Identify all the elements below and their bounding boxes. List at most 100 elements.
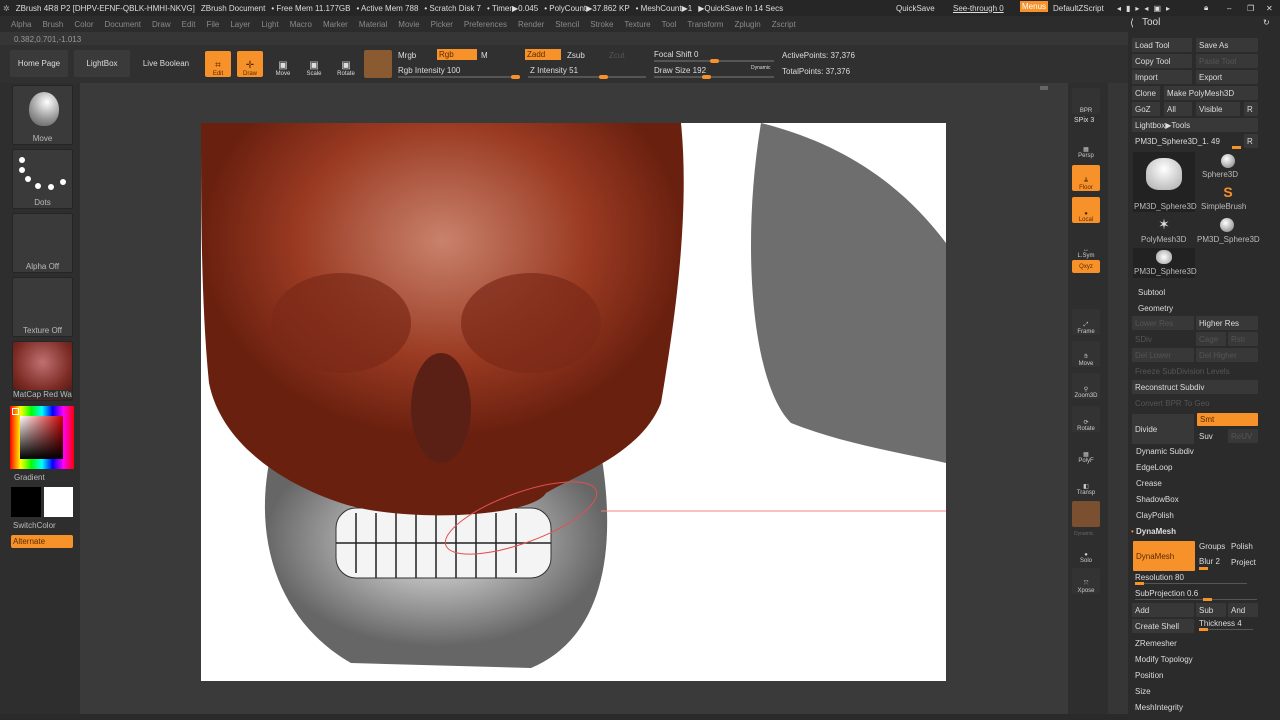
shadowbox-section[interactable]: ShadowBox [1136,495,1179,504]
meshintegrity-section[interactable]: MeshIntegrity [1135,703,1183,712]
lock-icon[interactable]: 🔒︎ [1204,3,1208,13]
tool-thumb-skull[interactable]: PM3D_Sphere3D [1133,152,1197,212]
zoom3d-button[interactable]: ⚲ Zoom3D [1072,373,1100,399]
add-button[interactable]: Add [1132,603,1194,617]
floor-button[interactable]: ┻ Floor [1072,165,1100,191]
brush-selector[interactable]: Move [12,85,73,145]
draw-button[interactable]: ✛ Draw [237,51,263,77]
default-zscript-button[interactable]: DefaultZScript [1053,4,1104,13]
quicksave-button[interactable]: QuickSave [896,4,935,13]
menu-marker[interactable]: Marker [323,20,348,29]
sdiv-slider[interactable]: SDiv [1132,332,1194,346]
menu-file[interactable]: File [206,20,219,29]
goz-visible-button[interactable]: Visible [1196,102,1240,116]
project-toggle[interactable]: Project [1231,558,1256,567]
see-through-slider[interactable]: See-through 0 [953,4,1004,13]
menu-layer[interactable]: Layer [230,20,250,29]
subprojection-track[interactable] [1135,598,1257,601]
solo-button[interactable]: ● Solo [1072,538,1100,564]
menu-stroke[interactable]: Stroke [590,20,613,29]
rotate-view-button[interactable]: ⟳ Rotate [1072,406,1100,432]
reuv-button[interactable]: ReUV [1228,429,1258,443]
tool-thumb-simplebrush[interactable]: S SimpleBrush [1198,184,1258,212]
make-polymesh-button[interactable]: Make PolyMesh3D [1164,86,1258,100]
edit-button[interactable]: ⌗ Edit [205,51,231,77]
focal-shift-slider[interactable] [654,59,774,63]
current-tool-slider[interactable]: PM3D_Sphere3D_1. 49 [1132,134,1242,148]
menus-toggle[interactable]: Menus [1020,1,1049,12]
zcut-toggle[interactable]: Zcut [609,51,625,60]
edgeloop-section[interactable]: EdgeLoop [1136,463,1172,472]
slider-knob[interactable] [511,75,520,79]
smt-toggle[interactable]: Smt [1197,413,1258,426]
color-picker[interactable] [10,406,74,469]
alpha-selector[interactable]: Alpha Off [12,213,73,273]
material-swatch[interactable] [364,50,392,78]
rgb-toggle[interactable]: Rgb [437,49,477,60]
menu-texture[interactable]: Texture [624,20,650,29]
spix-slider[interactable]: SPix 3 [1074,117,1094,124]
panel-reset-icon[interactable]: ↻ [1263,18,1270,27]
del-higher-button[interactable]: Del Higher [1196,348,1258,362]
resolution-slider[interactable]: Resolution 80 [1135,573,1184,582]
menu-zplugin[interactable]: Zplugin [734,20,760,29]
menu-tool[interactable]: Tool [662,20,677,29]
menu-zscript[interactable]: Zscript [772,20,796,29]
zremesher-section[interactable]: ZRemesher [1135,639,1177,648]
switch-color-button[interactable]: SwitchColor [13,521,56,530]
copy-tool-button[interactable]: Copy Tool [1132,54,1192,68]
lightbox-tools-button[interactable]: Lightbox▶Tools [1132,118,1258,132]
thickness-track[interactable] [1199,628,1253,631]
import-button[interactable]: Import [1132,70,1192,84]
slider-knob[interactable] [1199,567,1208,570]
frame-button[interactable]: ⤢ Frame [1072,309,1100,335]
menu-stencil[interactable]: Stencil [555,20,579,29]
stroke-selector[interactable]: Dots [12,149,73,209]
transp-button[interactable]: ◧ Transp [1072,470,1100,496]
rstr-button[interactable]: Rstr [1228,332,1258,346]
claypolish-section[interactable]: ClayPolish [1136,511,1174,520]
polyf-button[interactable]: ▦ PolyF [1072,438,1100,464]
main-color-swatch[interactable] [11,487,41,517]
menu-preferences[interactable]: Preferences [464,20,507,29]
and-button[interactable]: And [1228,603,1258,617]
menu-transform[interactable]: Transform [687,20,723,29]
texture-selector[interactable]: Texture Off [12,277,73,337]
modify-topology-section[interactable]: Modify Topology [1135,655,1193,664]
alternate-button[interactable]: Alternate [11,535,73,548]
secondary-color-swatch[interactable] [44,487,73,517]
viewport-canvas[interactable] [201,123,946,681]
z-intensity-slider[interactable] [528,75,646,79]
menu-document[interactable]: Document [105,20,141,29]
material-selector[interactable]: MatCap Red Wax [12,341,73,401]
menu-color[interactable]: Color [74,20,93,29]
home-page-button[interactable]: Home Page [10,50,68,77]
restore-icon[interactable]: ❐ [1247,4,1254,13]
minimize-icon[interactable]: – [1227,4,1231,13]
dynamic-toggle[interactable]: Dynamic [751,65,770,71]
blur-slider[interactable]: Blur 2 [1199,557,1220,566]
menu-material[interactable]: Material [359,20,387,29]
live-boolean-button[interactable]: Live Boolean [136,50,196,77]
menu-light[interactable]: Light [261,20,278,29]
move-button[interactable]: ▣ Move [270,51,296,77]
tool-thumb-skull2[interactable]: PM3D_Sphere3D [1133,248,1197,278]
groups-toggle[interactable]: Groups [1199,542,1225,551]
menu-movie[interactable]: Movie [398,20,419,29]
tool-r-button[interactable]: R [1244,134,1258,148]
del-lower-button[interactable]: Del Lower [1132,348,1194,362]
persp-button[interactable]: ▦ Persp [1072,133,1100,159]
canvas-scroll-icon[interactable] [1040,86,1048,90]
local-button[interactable]: ● Local [1072,197,1100,223]
dynamic-subdiv-section[interactable]: Dynamic Subdiv [1136,447,1194,456]
slider-knob[interactable] [1135,582,1144,585]
slider-knob[interactable] [599,75,609,79]
save-as-button[interactable]: Save As [1196,38,1258,52]
rgb-intensity-slider[interactable] [398,75,520,79]
create-shell-button[interactable]: Create Shell [1132,619,1194,633]
menu-picker[interactable]: Picker [431,20,453,29]
slider-knob[interactable] [710,59,719,63]
layout-arrows-icon[interactable]: ◂▮▸◂▣▸ [1117,4,1175,13]
gradient-label[interactable]: Gradient [14,473,45,482]
subtool-section[interactable]: Subtool [1138,288,1165,297]
